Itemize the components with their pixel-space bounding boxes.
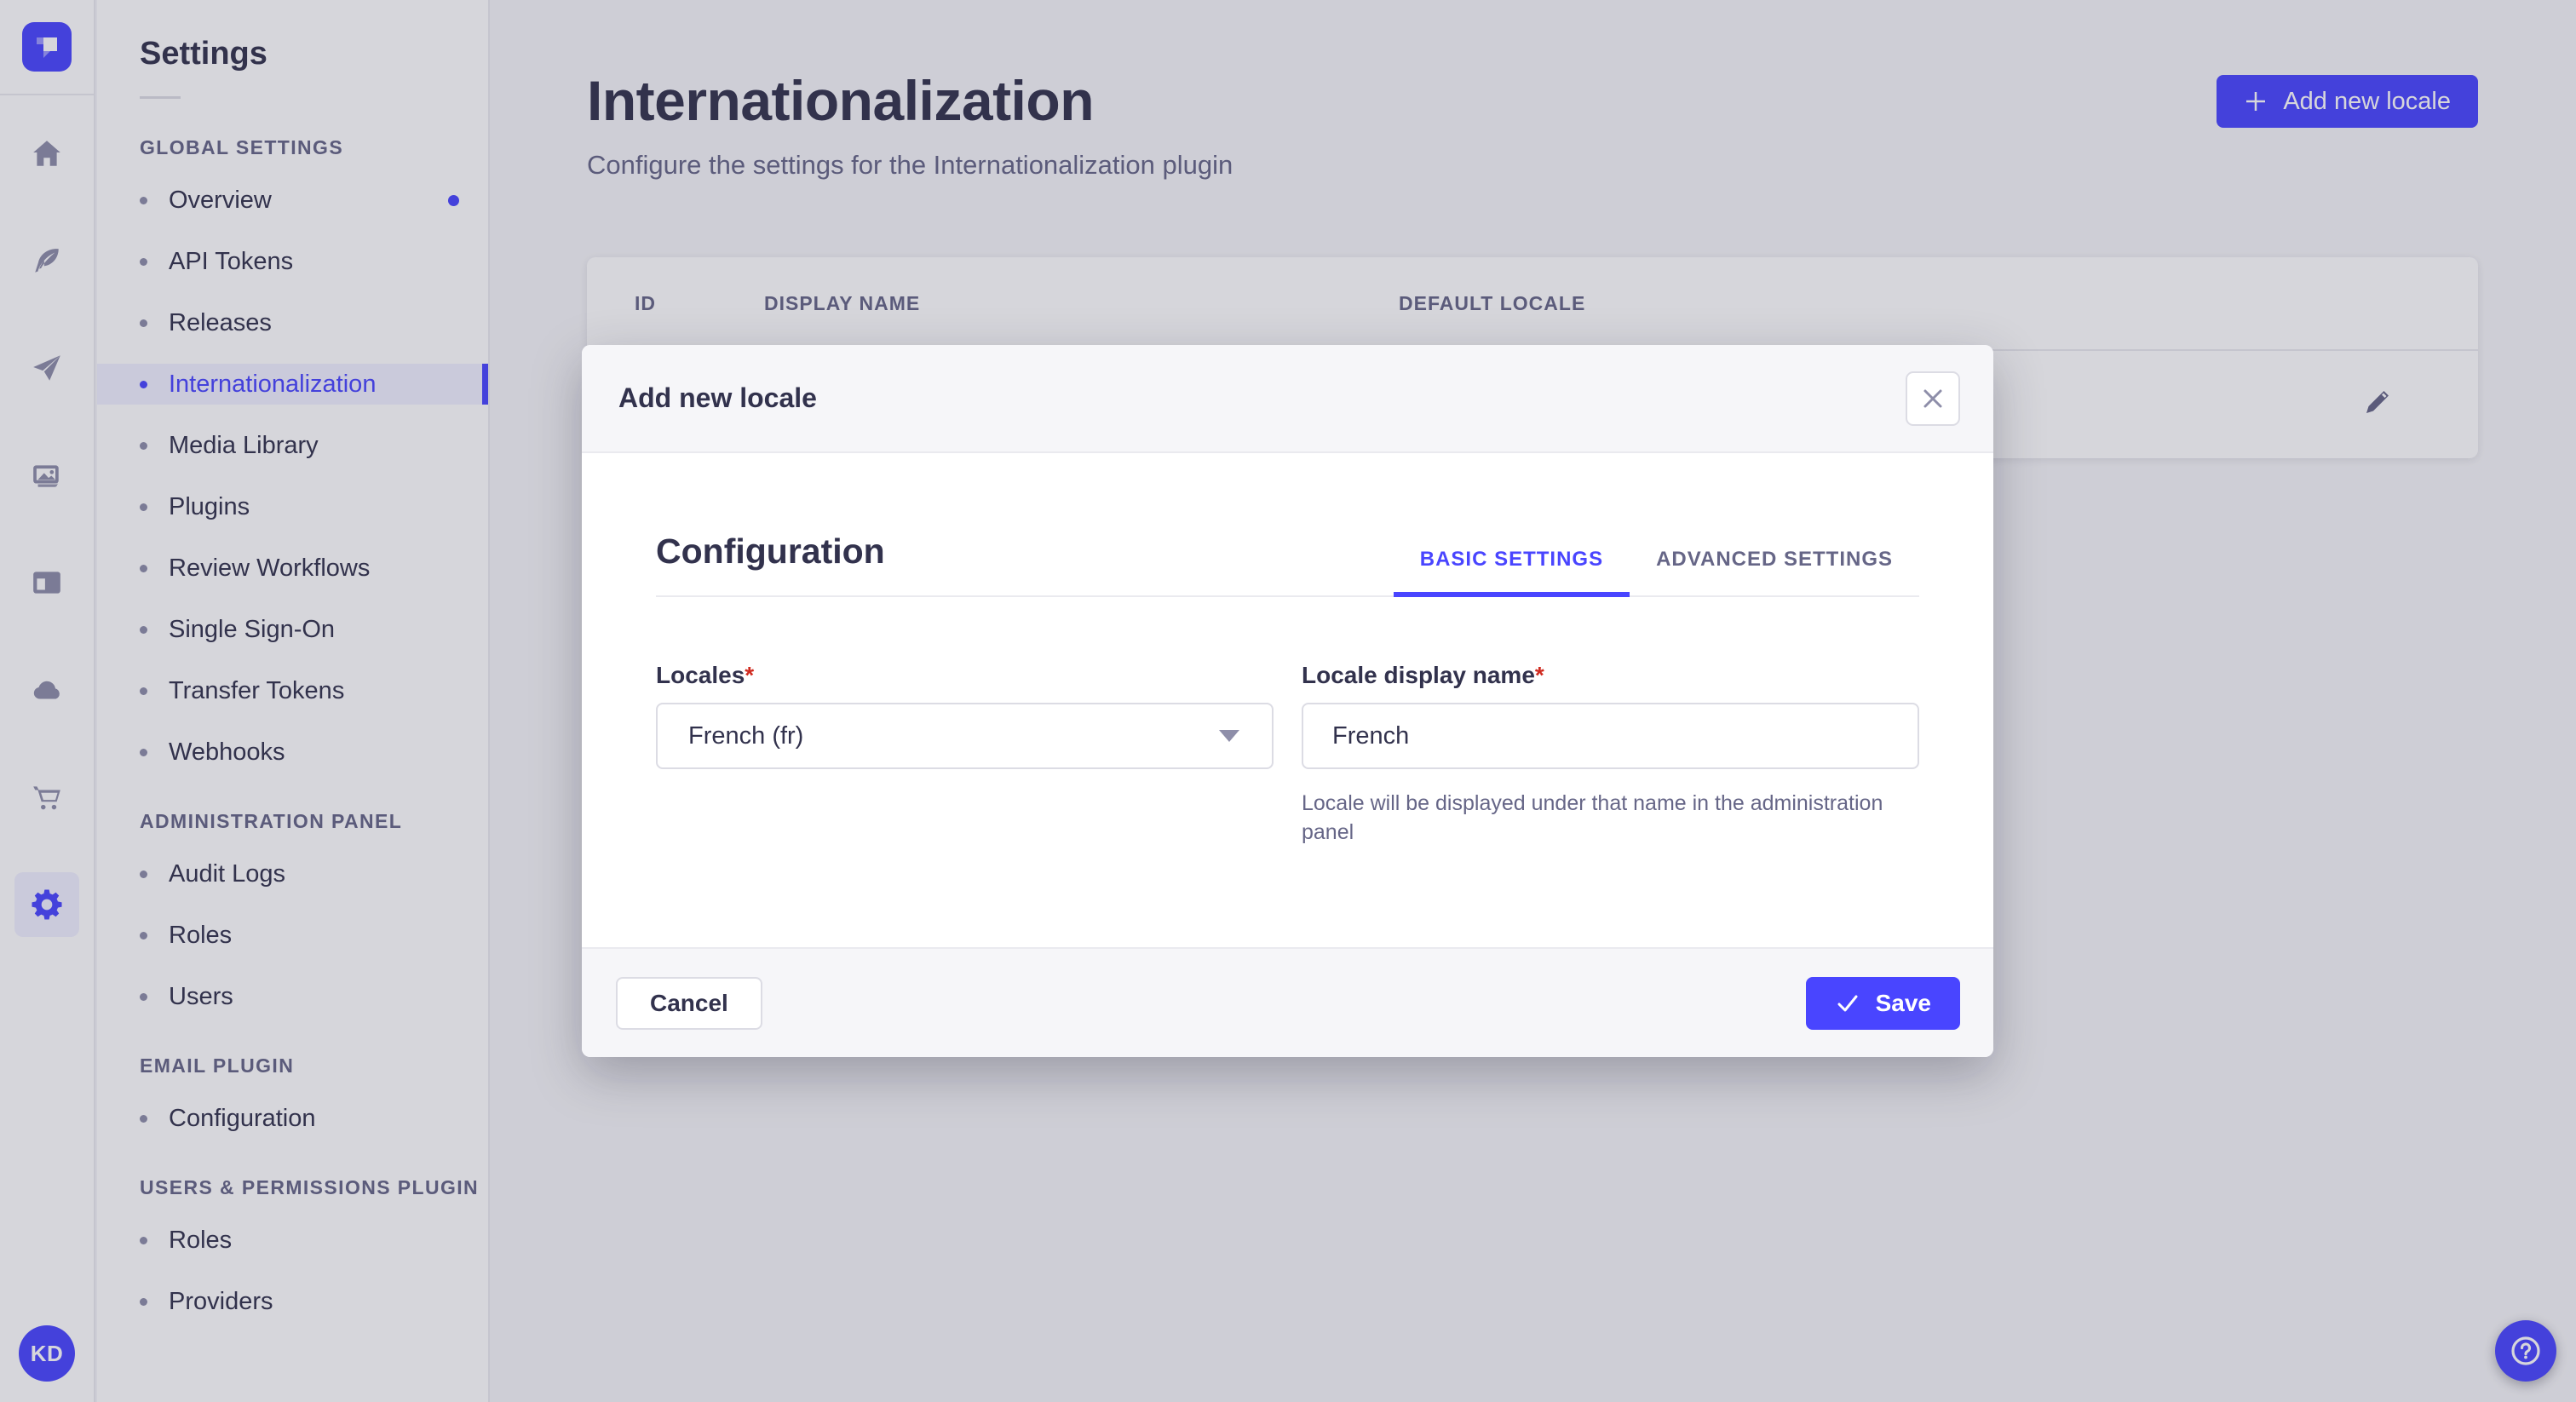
add-locale-modal: Add new locale Configuration BASIC SETTI… bbox=[582, 345, 1993, 1057]
tab-basic-settings[interactable]: BASIC SETTINGS bbox=[1393, 548, 1630, 597]
modal-footer: Cancel Save bbox=[582, 947, 1993, 1057]
locales-select-value: French (fr) bbox=[688, 721, 804, 750]
chevron-down-icon bbox=[1219, 730, 1239, 742]
form-fields-row: Locales* French (fr) Locale display name… bbox=[656, 662, 1919, 869]
check-icon bbox=[1837, 995, 1858, 1011]
cancel-button[interactable]: Cancel bbox=[616, 976, 762, 1030]
required-marker: * bbox=[745, 662, 755, 688]
close-button[interactable] bbox=[1906, 371, 1960, 426]
configuration-header-row: Configuration BASIC SETTINGS ADVANCED SE… bbox=[656, 453, 1919, 597]
close-icon bbox=[1923, 389, 1942, 407]
display-name-input[interactable] bbox=[1302, 703, 1919, 769]
display-name-label: Locale display name* bbox=[1302, 662, 1544, 688]
modal-header: Add new locale bbox=[582, 345, 1993, 453]
locales-field: Locales* French (fr) bbox=[656, 662, 1274, 869]
locales-select[interactable]: French (fr) bbox=[656, 703, 1274, 769]
save-button[interactable]: Save bbox=[1805, 976, 1960, 1030]
settings-tabs: BASIC SETTINGS ADVANCED SETTINGS bbox=[1393, 548, 1919, 597]
display-name-help-text: Locale will be displayed under that name… bbox=[1302, 791, 1883, 844]
configuration-title: Configuration bbox=[656, 531, 885, 571]
required-marker: * bbox=[1534, 662, 1544, 688]
tab-advanced-settings[interactable]: ADVANCED SETTINGS bbox=[1630, 548, 1919, 597]
modal-title: Add new locale bbox=[618, 382, 817, 413]
modal-body: Configuration BASIC SETTINGS ADVANCED SE… bbox=[582, 453, 1993, 947]
display-name-field: Locale display name* Locale will be disp… bbox=[1302, 662, 1919, 869]
save-label: Save bbox=[1875, 989, 1931, 1016]
locales-label: Locales* bbox=[656, 662, 755, 688]
